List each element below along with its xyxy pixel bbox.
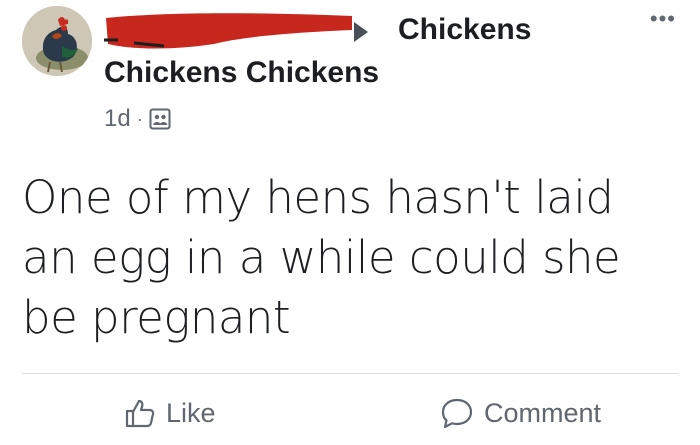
like-label: Like: [166, 397, 216, 428]
like-button[interactable]: Like: [124, 393, 216, 433]
post-meta: 1d ·: [104, 104, 171, 134]
group-name-link[interactable]: Chickens: [398, 13, 531, 47]
more-options-button[interactable]: •••: [650, 6, 676, 32]
comment-label: Comment: [484, 397, 602, 428]
redacted-username: [104, 13, 352, 49]
post-header: Chickens: [104, 6, 624, 56]
share-arrow-icon: [354, 22, 368, 42]
like-icon: [125, 399, 155, 428]
post-timestamp[interactable]: 1d: [104, 105, 131, 133]
poster-name-link[interactable]: Chickens Chickens: [104, 56, 379, 90]
rooster-avatar-icon: [22, 6, 92, 76]
meta-separator: ·: [136, 108, 143, 129]
post-body-text: One of my hens hasn't laid an egg in a w…: [22, 171, 621, 344]
comment-button[interactable]: Comment: [440, 393, 601, 433]
avatar[interactable]: [22, 6, 92, 76]
action-divider: [22, 373, 679, 374]
group-icon: [149, 108, 171, 130]
comment-icon: [441, 398, 473, 429]
